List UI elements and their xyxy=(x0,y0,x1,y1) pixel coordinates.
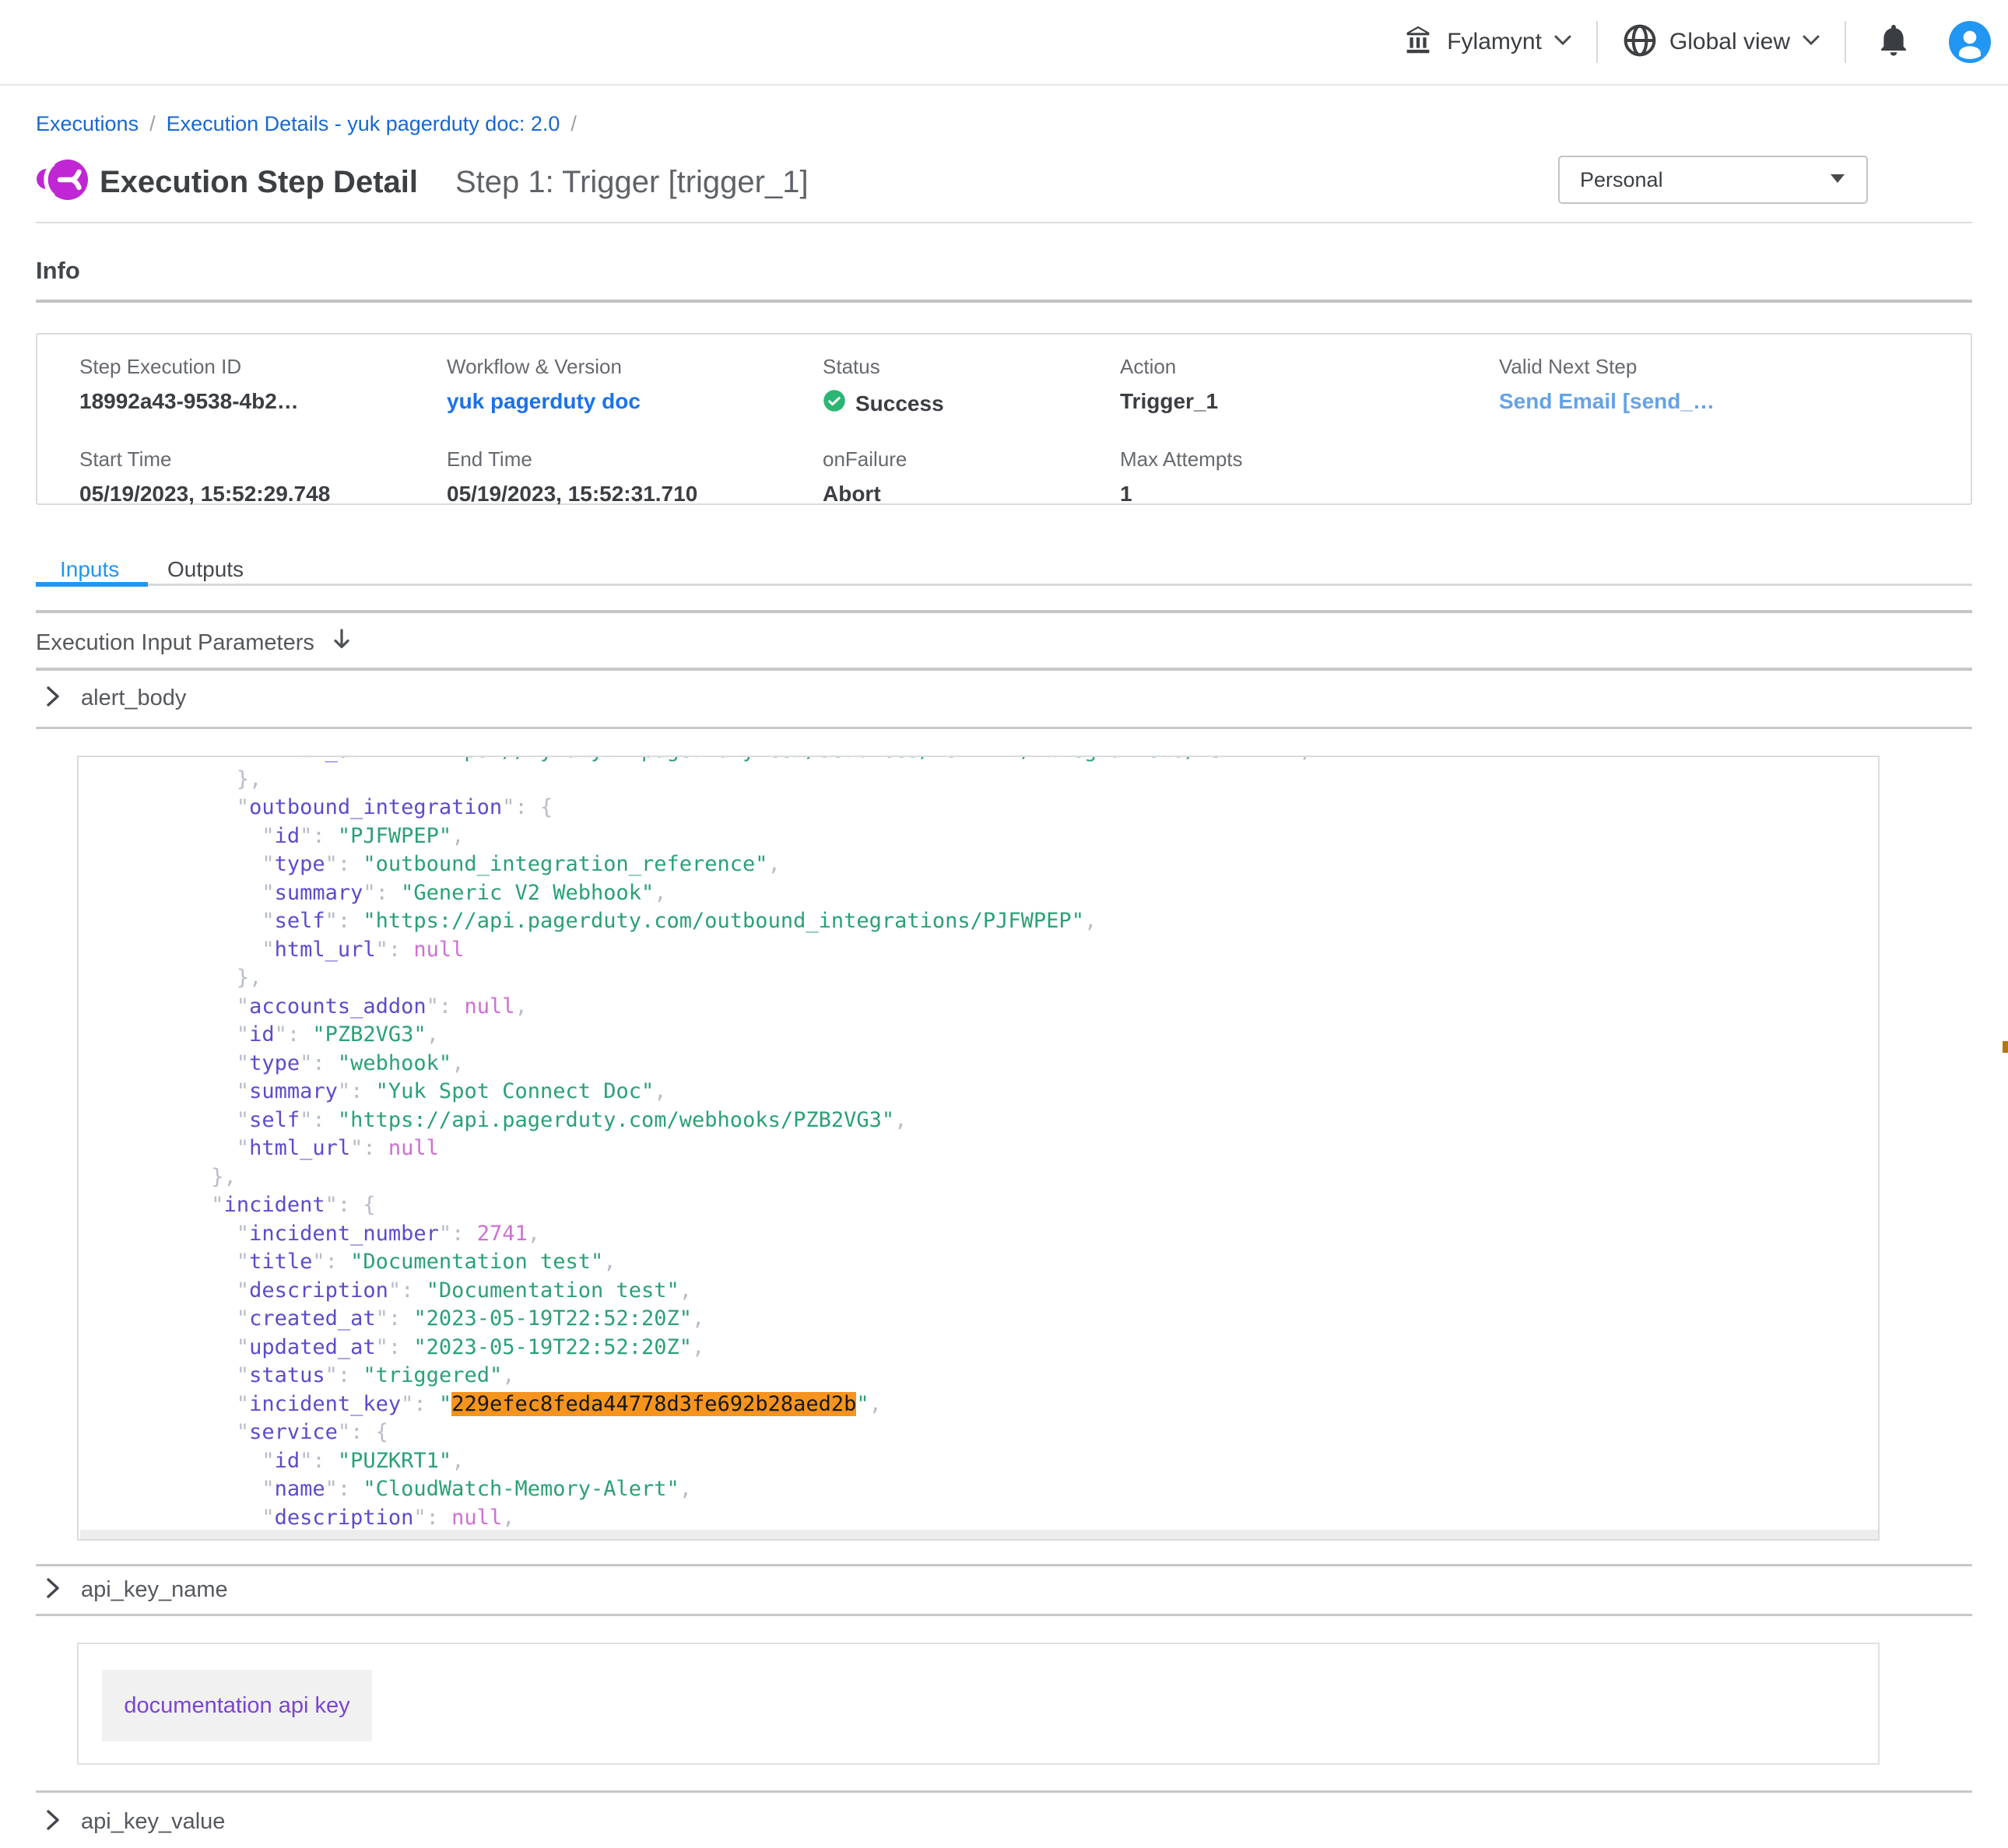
chevron-right-icon xyxy=(45,1808,61,1836)
bell-icon xyxy=(1876,48,1911,61)
tab-inputs[interactable]: Inputs xyxy=(60,557,119,582)
status-badge: Success xyxy=(823,389,1120,418)
org-selector[interactable]: Fylamynt xyxy=(1400,23,1573,62)
info-field: Action Trigger_1 xyxy=(1120,355,1499,418)
topbar-divider xyxy=(1596,21,1598,63)
page-title: Execution Step Detail xyxy=(100,165,418,200)
page-subtitle: Step 1: Trigger [trigger_1] xyxy=(455,165,809,200)
params-heading-label: Execution Input Parameters xyxy=(36,630,314,656)
notifications-button[interactable] xyxy=(1876,23,1911,62)
breadcrumb-separator: / xyxy=(570,112,577,136)
info-field: End Time 05/19/2023, 15:52:31.710 xyxy=(447,447,823,507)
info-field-label: Start Time xyxy=(79,447,447,472)
step-execution-id: 18992a43-9538-4b2… xyxy=(79,389,447,414)
section-divider xyxy=(36,1790,1972,1793)
info-field-label: onFailure xyxy=(823,447,1120,472)
info-field: Status Success xyxy=(823,355,1120,418)
info-card: Step Execution ID 18992a43-9538-4b2… Wor… xyxy=(36,333,1972,505)
globe-icon xyxy=(1621,22,1659,63)
next-step-link[interactable]: Send Email [send_… xyxy=(1499,389,1715,413)
code-hscrollbar[interactable] xyxy=(80,1530,1878,1539)
workflow-link[interactable]: yuk pagerduty doc xyxy=(447,389,641,413)
api-key-value-card: documentation api key xyxy=(77,1643,1880,1765)
breadcrumb: Executions / Execution Details - yuk pag… xyxy=(36,112,577,136)
scope-select[interactable]: Personal xyxy=(1558,156,1868,204)
workflow-logo-icon xyxy=(36,156,89,207)
topbar-divider xyxy=(1845,21,1846,63)
breadcrumb-separator: / xyxy=(149,112,156,136)
header-divider xyxy=(36,222,1972,223)
info-divider xyxy=(36,300,1972,303)
param-label: api_key_name xyxy=(81,1577,228,1603)
info-field-label: Action xyxy=(1120,355,1499,379)
info-field-label: Step Execution ID xyxy=(79,355,447,379)
tabs-divider xyxy=(36,584,1972,586)
org-label: Fylamynt xyxy=(1447,29,1542,55)
param-label: alert_body xyxy=(81,686,186,711)
section-divider xyxy=(36,668,1972,671)
chevron-down-icon xyxy=(1801,33,1821,51)
info-field-label: Workflow & Version xyxy=(447,355,823,379)
bank-icon xyxy=(1400,23,1436,62)
success-icon xyxy=(823,389,846,418)
json-code: "html_url": "https://fylamynt.pagerduty.… xyxy=(79,756,1878,1541)
params-heading: Execution Input Parameters xyxy=(36,627,352,658)
end-time-value: 05/19/2023, 15:52:31.710 xyxy=(447,482,823,507)
info-heading: Info xyxy=(36,257,80,285)
scope-selected-value: Personal xyxy=(1580,168,1663,192)
onfailure-value: Abort xyxy=(823,482,1120,507)
dropdown-arrow-icon xyxy=(1829,173,1846,188)
section-divider xyxy=(36,610,1972,613)
info-field: Workflow & Version yuk pagerduty doc xyxy=(447,355,823,418)
json-viewer[interactable]: "html_url": "https://fylamynt.pagerduty.… xyxy=(77,756,1880,1541)
section-divider xyxy=(36,1614,1972,1616)
info-field: Start Time 05/19/2023, 15:52:29.748 xyxy=(79,447,447,507)
param-row-api-key-name[interactable]: api_key_name xyxy=(45,1576,228,1604)
sort-descending-icon[interactable] xyxy=(332,627,352,658)
info-field: Valid Next Step Send Email [send_… xyxy=(1499,355,1971,418)
active-tab-underline xyxy=(36,582,148,587)
info-field: onFailure Abort xyxy=(823,447,1120,507)
status-text: Success xyxy=(855,391,944,416)
avatar[interactable] xyxy=(1949,21,1991,63)
breadcrumb-link-executions[interactable]: Executions xyxy=(36,112,139,136)
info-field-label: Max Attempts xyxy=(1120,447,1499,472)
start-time-value: 05/19/2023, 15:52:29.748 xyxy=(79,482,447,507)
info-field-label: Valid Next Step xyxy=(1499,355,1971,379)
section-divider xyxy=(36,1564,1972,1566)
chevron-down-icon xyxy=(1553,33,1573,51)
view-label: Global view xyxy=(1669,29,1790,55)
topbar: Fylamynt Global view xyxy=(0,0,2008,86)
chevron-right-icon xyxy=(45,685,61,712)
info-field: Max Attempts 1 xyxy=(1120,447,1499,507)
info-field: Step Execution ID 18992a43-9538-4b2… xyxy=(79,355,447,418)
section-divider xyxy=(36,727,1972,729)
param-row-alert-body[interactable]: alert_body xyxy=(45,685,186,712)
param-row-api-key-value[interactable]: api_key_value xyxy=(45,1808,225,1836)
tab-outputs[interactable]: Outputs xyxy=(167,557,244,582)
page: Fylamynt Global view Executions xyxy=(0,0,2008,1848)
max-attempts-value: 1 xyxy=(1120,482,1499,507)
view-selector[interactable]: Global view xyxy=(1621,22,1821,63)
info-field-label: Status xyxy=(823,355,1120,379)
api-key-chip: documentation api key xyxy=(102,1670,372,1741)
chevron-right-icon xyxy=(45,1576,61,1604)
action-value: Trigger_1 xyxy=(1120,389,1499,414)
breadcrumb-link-execution-details[interactable]: Execution Details - yuk pagerduty doc: 2… xyxy=(167,112,560,136)
param-label: api_key_value xyxy=(81,1809,225,1835)
info-field-label: End Time xyxy=(447,447,823,472)
scroll-highlight-marker xyxy=(2003,1041,2008,1053)
